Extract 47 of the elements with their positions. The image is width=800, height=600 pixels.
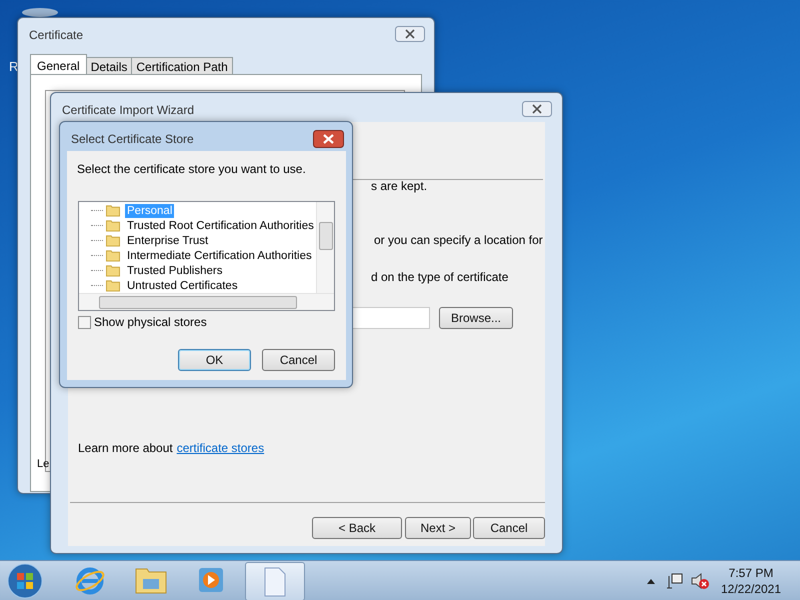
desktop-icon[interactable] xyxy=(22,8,58,17)
start-button[interactable] xyxy=(5,561,45,600)
folder-icon xyxy=(105,264,121,277)
wizard-button[interactable]: Next > xyxy=(405,517,471,539)
close-icon[interactable] xyxy=(522,101,552,117)
vertical-scrollbar[interactable] xyxy=(316,202,334,294)
wizard-button[interactable]: < Back xyxy=(312,517,402,539)
horizontal-scrollbar[interactable] xyxy=(79,293,334,310)
caret-icon[interactable] xyxy=(646,577,656,585)
input-field[interactable] xyxy=(353,307,430,329)
certificate-stores-link[interactable]: certificate stores xyxy=(176,441,264,455)
tree-item[interactable]: Trusted Publishers xyxy=(125,264,224,278)
body-text: Learn more about xyxy=(78,441,173,455)
window-title: Certificate Import Wizard xyxy=(62,103,194,117)
clock[interactable]: 7:57 PM 12/22/2021 xyxy=(716,565,786,597)
dialog-button[interactable]: OK xyxy=(178,349,251,371)
desktop-icon-label: R xyxy=(9,59,18,74)
body-text: or you can specify a location for xyxy=(374,233,543,247)
dialog-button[interactable]: Cancel xyxy=(262,349,335,371)
checkbox[interactable] xyxy=(78,316,91,328)
browse-button[interactable]: Browse... xyxy=(439,307,513,329)
tree-item[interactable]: Trusted Root Certification Authorities xyxy=(125,218,316,232)
tree-item[interactable]: Intermediate Certification Authorities xyxy=(125,248,314,262)
taskbar-button[interactable] xyxy=(245,562,305,600)
muted-speaker-icon[interactable] xyxy=(690,572,710,590)
body-text: d on the type of certificate xyxy=(371,270,508,284)
folder-icon xyxy=(105,249,121,262)
media-player-icon[interactable] xyxy=(196,565,226,595)
checkbox-label: Show physical stores xyxy=(94,315,207,329)
wizard-button[interactable]: Cancel xyxy=(473,517,545,539)
clock-time: 7:57 PM xyxy=(728,565,774,581)
folder-icon xyxy=(105,234,121,247)
tree-item[interactable]: Enterprise Trust xyxy=(125,234,210,248)
window-title: Select Certificate Store xyxy=(71,132,194,146)
folder-icon xyxy=(105,204,121,217)
body-text: s are kept. xyxy=(371,179,428,193)
close-icon[interactable] xyxy=(395,26,425,42)
network-icon[interactable] xyxy=(666,572,684,590)
document-icon xyxy=(263,566,287,596)
clock-date: 12/22/2021 xyxy=(720,581,782,597)
body-text: Le xyxy=(37,458,50,470)
window-title: Certificate xyxy=(29,28,84,42)
close-icon[interactable] xyxy=(313,130,344,148)
browser-icon[interactable] xyxy=(74,565,106,597)
folder-icon xyxy=(105,219,121,232)
instruction-text: Select the certificate store you want to use. xyxy=(77,162,306,176)
tree-item[interactable]: Untrusted Certificates xyxy=(125,278,240,292)
